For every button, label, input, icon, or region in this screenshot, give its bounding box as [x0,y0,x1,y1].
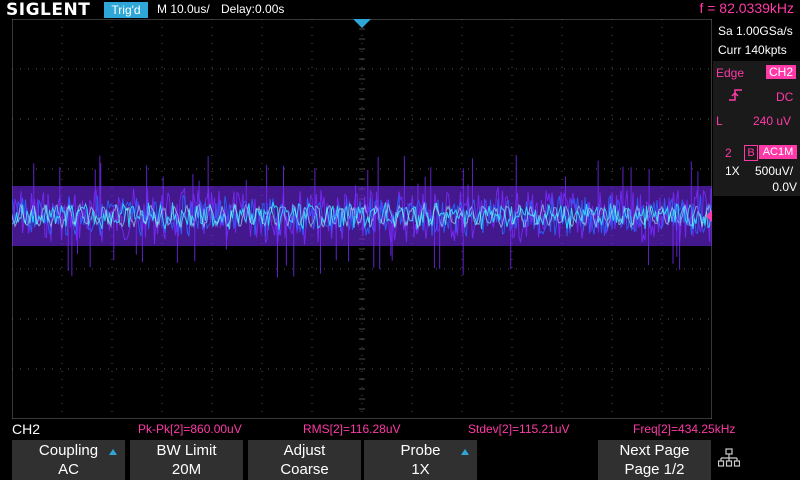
measurement-bar: CH2 Pk-Pk[2]=860.00uV RMS[2]=116.28uV St… [0,420,800,438]
volts-per-division: 500uV/ [755,164,794,178]
probe-ratio: 1X [725,164,740,178]
bandwidth-limit-flag: B [744,145,758,161]
channel-2-settings-box[interactable]: 2 B AC1M 1X 500uV/ 0.0V [713,142,800,196]
trigger-settings-box[interactable]: Edge CH2 DC L 240 uV [713,61,800,153]
softkey-title: Adjust [283,442,326,459]
probe-softkey[interactable]: Probe 1X [364,440,477,480]
frequency-counter: f = 82.0339kHz [699,0,794,16]
trigger-source-badge: CH2 [766,65,796,79]
delay-readout[interactable]: Delay:0.00s [221,2,284,16]
right-info-panel: Sa 1.00GSa/s Curr 140kpts Edge CH2 DC L … [713,20,800,420]
bw-limit-softkey[interactable]: BW Limit 20M [130,440,243,480]
measurement-channel-label: CH2 [12,421,41,437]
rising-edge-icon [729,89,742,101]
trigger-level-label: L [716,114,723,128]
softkey-value: Page 1/2 [624,461,685,478]
measurement-rms: RMS[2]=116.28uV [303,422,401,436]
channel-number: 2 [725,146,732,160]
adjust-softkey[interactable]: Adjust Coarse [248,440,361,480]
softkey-value: 1X [411,461,430,478]
softkey-menu: Coupling AC BW Limit 20M Adjust Coarse P… [0,438,800,480]
up-arrow-icon [109,449,117,455]
channel-offset: 0.0V [772,180,797,194]
softkey-value: AC [58,461,79,478]
softkey-title: BW Limit [156,442,217,459]
measurement-pkpk: Pk-Pk[2]=860.00uV [138,422,242,436]
measurement-frequency: Freq[2]=434.25kHz [633,422,736,436]
waveform-display[interactable]: 2 [12,19,712,419]
sample-rate: Sa 1.00GSa/s [718,24,793,38]
timebase-readout[interactable]: M 10.0us/ [157,2,210,16]
network-icon [718,448,740,467]
softkey-title: Next Page [619,442,690,459]
brand-logo: SIGLENT [6,0,91,20]
next-page-softkey[interactable]: Next Page Page 1/2 [598,440,711,480]
coupling-softkey[interactable]: Coupling AC [12,440,125,480]
channel-coupling-badge: AC1M [759,145,797,159]
memory-depth: Curr 140kpts [718,43,787,57]
softkey-value: 20M [171,461,202,478]
up-arrow-icon [461,449,469,455]
top-status-bar: SIGLENT Trig'd M 10.0us/ Delay:0.00s f =… [0,0,800,20]
trigger-level: 240 uV [753,114,792,128]
trigger-coupling: DC [776,90,794,104]
trigger-status-badge: Trig'd [104,2,148,18]
measurement-stdev: Stdev[2]=115.21uV [468,422,570,436]
empty-softkey[interactable] [482,440,595,480]
trigger-type: Edge [716,66,745,80]
softkey-value: Coarse [280,461,329,478]
